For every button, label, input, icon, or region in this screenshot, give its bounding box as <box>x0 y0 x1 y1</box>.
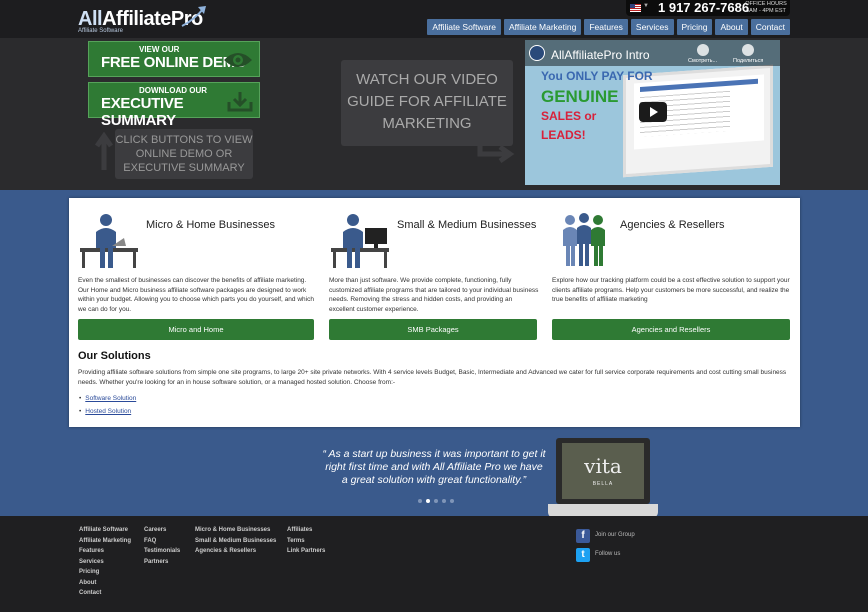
video-line3: SALES or <box>541 109 597 123</box>
site-header: AllAffiliatePro Affiliate Software ▼ 1 9… <box>0 0 868 38</box>
video-line1: You ONLY PAY FOR <box>541 69 653 83</box>
video-titlebar: AllAffiliatePro Intro Смотреть... Подели… <box>525 40 780 66</box>
download-icon <box>227 92 253 112</box>
click-instructions: CLICK BUTTONS TO VIEW ONLINE DEMO OR EXE… <box>115 129 253 179</box>
footer-link[interactable]: Small & Medium Businesses <box>195 536 276 547</box>
contact-bar: ▼ 1 917 267-7686 OFFICE HOURS 8AM - 4PM … <box>626 0 790 16</box>
solutions-title: Our Solutions <box>78 350 151 362</box>
person-at-desk-icon <box>80 214 138 268</box>
agencies-resellers-button[interactable]: Agencies and Resellers <box>552 319 790 340</box>
micro-and-home-button[interactable]: Micro and Home <box>78 319 314 340</box>
micro-home-title: Micro & Home Businesses <box>146 219 275 231</box>
content-panel: Micro & Home Businesses Even the smalles… <box>69 198 800 427</box>
nav-pricing[interactable]: Pricing <box>676 19 713 35</box>
footer-col-company: Careers FAQ Testimonials Partners <box>144 525 180 567</box>
channel-avatar[interactable] <box>529 45 545 61</box>
site-footer: Affiliate Software Affiliate Marketing F… <box>0 516 868 612</box>
footer-link[interactable]: About <box>79 578 131 589</box>
carousel-dot[interactable] <box>450 499 454 503</box>
footer-col-main: Affiliate Software Affiliate Marketing F… <box>79 525 131 599</box>
logo-arrow-icon <box>181 6 206 27</box>
carousel-dot[interactable] <box>442 499 446 503</box>
footer-link[interactable]: Terms <box>287 536 325 547</box>
carousel-dot[interactable] <box>418 499 422 503</box>
hours-value: 8AM - 4PM EST <box>746 8 786 14</box>
phone-number[interactable]: 1 917 267-7686 <box>658 0 749 16</box>
hosted-solution-link[interactable]: Hosted Solution <box>85 405 136 418</box>
footer-link[interactable]: Careers <box>144 525 180 536</box>
executive-summary-button[interactable]: DOWNLOAD OUR EXECUTIVE SUMMARY <box>88 82 260 129</box>
nav-affiliate-software[interactable]: Affiliate Software <box>427 19 501 35</box>
footer-link[interactable]: Link Partners <box>287 546 325 557</box>
footer-link[interactable]: Features <box>79 546 131 557</box>
arrow-right-icon <box>477 138 515 164</box>
footer-link[interactable]: Affiliates <box>287 525 325 536</box>
play-button[interactable] <box>639 102 667 122</box>
nav-features[interactable]: Features <box>584 19 628 35</box>
smb-text: More than just software. We provide comp… <box>329 277 539 313</box>
footer-link[interactable]: Contact <box>79 588 131 599</box>
video-line4: LEADS! <box>541 128 586 142</box>
facebook-icon: f <box>576 529 590 543</box>
share-icon <box>742 44 755 56</box>
testimonial-laptop-image: vita BELLA <box>548 436 658 520</box>
nav-about[interactable]: About <box>715 19 748 35</box>
carousel-dots <box>418 499 454 503</box>
agencies-title: Agencies & Resellers <box>620 219 725 231</box>
twitter-icon: t <box>576 548 590 562</box>
solutions-list: Software Solution Hosted Solution <box>85 392 136 418</box>
free-demo-button[interactable]: VIEW OUR FREE ONLINE DEMO <box>88 41 260 77</box>
logo-tagline: Affiliate Software <box>78 28 123 34</box>
clock-icon <box>696 44 709 56</box>
footer-link[interactable]: Pricing <box>79 567 131 578</box>
smb-title: Small & Medium Businesses <box>397 219 537 231</box>
eye-icon <box>224 53 252 67</box>
chevron-down-icon[interactable]: ▼ <box>643 3 649 9</box>
arrow-up-icon <box>94 132 114 170</box>
brand-logo-sub: BELLA <box>592 481 614 487</box>
office-hours: OFFICE HOURS 8AM - 4PM EST <box>744 1 788 15</box>
testimonial-quote: “ As a start up business it was importan… <box>322 448 546 486</box>
smb-packages-button[interactable]: SMB Packages <box>329 319 537 340</box>
footer-link[interactable]: Agencies & Resellers <box>195 546 276 557</box>
footer-col-affiliates: Affiliates Terms Link Partners <box>287 525 325 557</box>
micro-home-text: Even the smallest of businesses can disc… <box>78 277 314 313</box>
logo[interactable]: AllAffiliatePro Affiliate Software <box>78 6 206 34</box>
nav-contact[interactable]: Contact <box>750 19 790 35</box>
share-label: Поделиться <box>733 58 764 64</box>
footer-col-business: Micro & Home Businesses Small & Medium B… <box>195 525 276 557</box>
twitter-label: Follow us <box>595 551 621 557</box>
footer-link[interactable]: Services <box>79 557 131 568</box>
us-flag-icon[interactable] <box>630 4 641 12</box>
watch-later-label: Смотреть... <box>688 58 718 64</box>
footer-link[interactable]: Affiliate Marketing <box>79 536 131 547</box>
software-solution-link[interactable]: Software Solution <box>85 392 136 405</box>
video-title[interactable]: AllAffiliatePro Intro <box>551 48 650 62</box>
video-player[interactable]: AllAffiliatePro Intro Смотреть... Подели… <box>525 40 780 185</box>
footer-link[interactable]: Micro & Home Businesses <box>195 525 276 536</box>
nav-services[interactable]: Services <box>630 19 674 35</box>
video-line2: GENUINE <box>541 87 619 106</box>
carousel-dot-active[interactable] <box>426 499 430 503</box>
hours-label: OFFICE HOURS <box>745 1 787 7</box>
person-at-computer-icon <box>331 214 389 268</box>
carousel-dot[interactable] <box>434 499 438 503</box>
logo-name-a: All <box>78 8 103 30</box>
footer-link[interactable]: Affiliate Software <box>79 525 131 536</box>
nav-affiliate-marketing[interactable]: Affiliate Marketing <box>503 19 582 35</box>
watch-later-button[interactable]: Смотреть... <box>688 44 717 64</box>
brand-logo-text: vita <box>584 454 622 478</box>
group-people-icon <box>563 213 605 266</box>
watch-video-callout: WATCH OUR VIDEO GUIDE FOR AFFILIATE MARK… <box>341 60 513 146</box>
footer-link[interactable]: FAQ <box>144 536 180 547</box>
footer-link[interactable]: Testimonials <box>144 546 180 557</box>
agencies-text: Explore how our tracking platform could … <box>552 277 790 303</box>
main-nav: Affiliate Software Affiliate Marketing F… <box>427 19 790 35</box>
footer-link[interactable]: Partners <box>144 557 180 568</box>
solutions-text: Providing affiliate software solutions f… <box>78 369 787 386</box>
facebook-label: Join our Group <box>595 532 635 538</box>
share-button[interactable]: Поделиться <box>733 44 763 64</box>
